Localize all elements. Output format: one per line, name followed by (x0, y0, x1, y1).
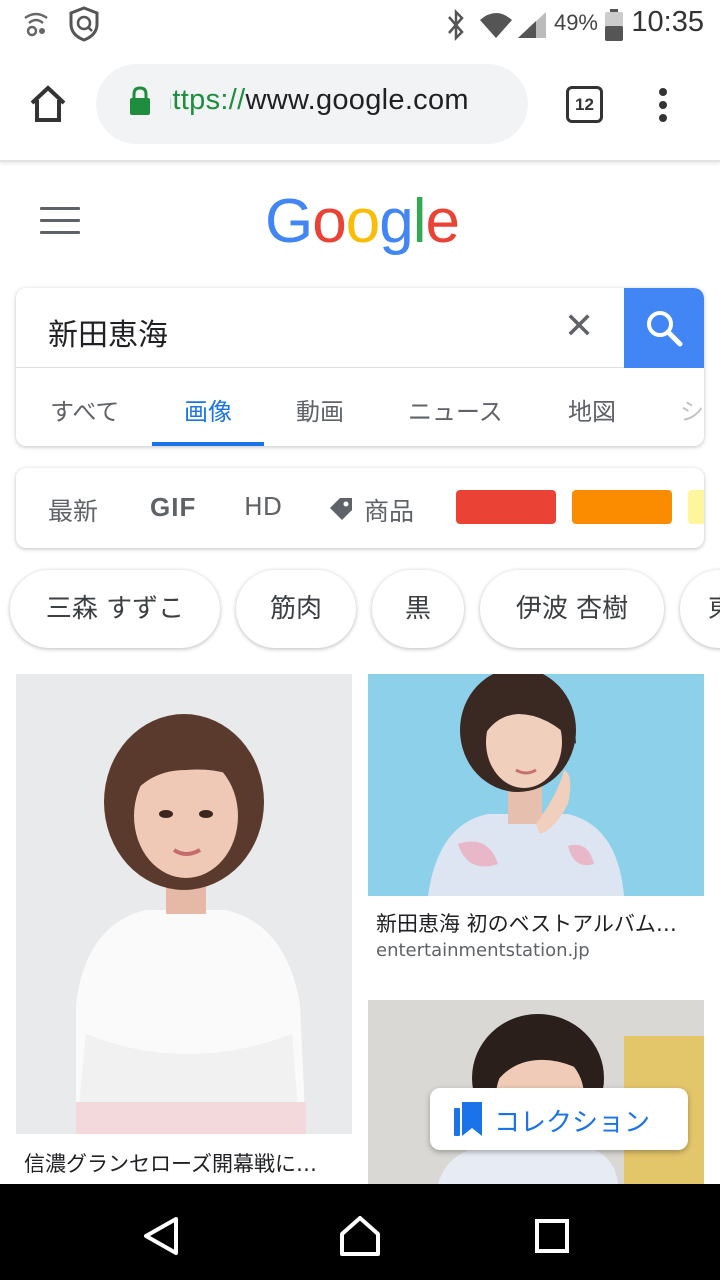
collection-label: コレクション (494, 1108, 651, 1138)
back-icon[interactable] (142, 1216, 180, 1256)
collection-button[interactable]: コレクション (430, 1088, 688, 1150)
signal-icon (518, 12, 546, 38)
suggestion-chip[interactable]: 三森 すずこ (10, 570, 220, 648)
result-photo[interactable] (368, 674, 704, 896)
filter-products[interactable]: 商品 (364, 492, 414, 528)
result-source[interactable]: entertainmentstation.jp (376, 940, 590, 961)
url-text: https://www.google.com (170, 84, 469, 117)
tab-switcher-button[interactable]: 12 (566, 86, 603, 123)
filter-latest[interactable]: 最新 (48, 492, 98, 528)
logo-letter: G (265, 187, 313, 256)
filter-bar: 最新 GIF HD 商品 (16, 468, 704, 548)
suggestion-chip[interactable]: 東 (680, 570, 720, 648)
logo-letter: e (425, 187, 459, 256)
battery-icon (605, 9, 623, 41)
color-swatch-yellow[interactable] (688, 490, 704, 524)
search-icon (647, 311, 683, 347)
divider (16, 367, 624, 368)
tab-all[interactable]: すべて (50, 392, 119, 427)
result-title[interactable]: 新田恵海 初のベストアルバム… (376, 908, 677, 938)
url-scheme: https:// (170, 84, 246, 116)
logo-letter: g (379, 187, 413, 256)
image-result[interactable]: 信濃グランセローズ開幕戦に… (16, 674, 352, 1184)
wifi-icon (480, 13, 512, 38)
filter-hd[interactable]: HD (244, 492, 282, 521)
wifi-calling-icon (24, 12, 48, 37)
tab-news[interactable]: ニュース (408, 392, 503, 427)
color-swatch-red[interactable] (456, 490, 556, 524)
menu-icon[interactable] (40, 207, 80, 235)
bookmark-icon (454, 1102, 482, 1136)
tab-images[interactable]: 画像 (184, 392, 232, 427)
battery-percent: 49% (553, 10, 598, 35)
active-tab-indicator (152, 442, 264, 446)
search-card: 新田恵海 ✕ すべて 画像 動画 ニュース 地図 シ (16, 288, 704, 446)
tab-more[interactable]: シ (680, 392, 704, 427)
logo-letter: o (345, 187, 380, 256)
system-nav-bar (0, 1184, 720, 1280)
tag-icon (330, 498, 352, 520)
result-photo[interactable] (16, 674, 352, 1134)
status-time: 10:35 (631, 6, 704, 38)
logo-letter: o (312, 187, 346, 256)
search-input[interactable]: 新田恵海 (48, 310, 168, 354)
clear-icon[interactable]: ✕ (564, 306, 594, 347)
tab-maps[interactable]: 地図 (568, 392, 616, 427)
url-clip: https://www.google.com (170, 64, 528, 144)
lock-icon (130, 86, 150, 115)
suggestion-chip[interactable]: 伊波 杏樹 (480, 570, 664, 648)
tab-videos[interactable]: 動画 (296, 392, 344, 427)
logo-letter: l (412, 187, 427, 256)
google-logo[interactable]: Google (265, 186, 460, 257)
search-button[interactable] (624, 288, 704, 368)
color-swatch-orange[interactable] (572, 490, 672, 524)
result-title[interactable]: 信濃グランセローズ開幕戦に… (24, 1148, 317, 1178)
filter-gif[interactable]: GIF (150, 492, 196, 523)
home-icon[interactable] (28, 84, 68, 124)
status-bar: 49% 10:35 (0, 0, 720, 50)
url-host: www.google.com (245, 84, 469, 116)
url-bar[interactable]: https://www.google.com (96, 64, 528, 144)
home-nav-icon[interactable] (338, 1214, 382, 1258)
overflow-menu-icon[interactable] (656, 86, 670, 124)
suggestion-chip[interactable]: 筋肉 (236, 570, 356, 648)
suggestion-chip[interactable]: 黒 (372, 570, 464, 648)
shield-icon (69, 6, 99, 42)
image-result[interactable]: 新田恵海 初のベストアルバム… entertainmentstation.jp (368, 674, 704, 974)
bluetooth-icon (448, 8, 464, 42)
recents-icon[interactable] (534, 1218, 570, 1254)
